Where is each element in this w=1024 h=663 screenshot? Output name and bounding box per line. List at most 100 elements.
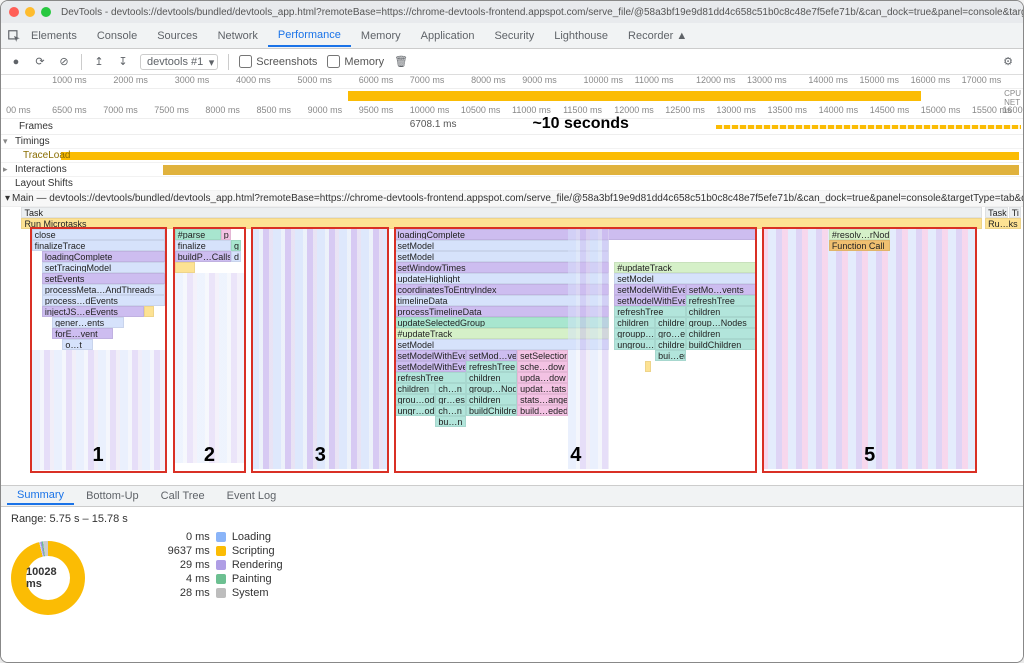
download-icon[interactable]: ↧ — [116, 55, 130, 69]
flame-r4-12[interactable]: setModelWithEvents — [394, 361, 466, 372]
flame-r4c-4[interactable]: stats…ange — [517, 394, 568, 405]
flame-r4r2-2[interactable]: children — [686, 306, 758, 317]
flame-r1-0[interactable]: close — [32, 229, 165, 240]
flame-ti-ed[interactable]: Ti…ed — [1009, 207, 1021, 218]
flame-r4b-2[interactable]: children — [466, 372, 517, 383]
flame-r4c-1[interactable]: sche…dow — [517, 361, 568, 372]
flame-r4d-2[interactable]: buildChildren — [466, 405, 517, 416]
interactions-track[interactable]: Interactions — [1, 163, 1023, 177]
flame-r2-1b[interactable]: g… — [231, 240, 241, 251]
btab-calltree[interactable]: Call Tree — [151, 488, 215, 504]
flame-r4b-6[interactable]: bu…n — [435, 416, 466, 427]
flame-region5-stripes[interactable] — [762, 229, 977, 469]
tab-security[interactable]: Security — [484, 26, 544, 46]
flame-r2-3[interactable] — [175, 262, 195, 273]
flame-r5-0[interactable]: #resolv…rNodes — [829, 229, 890, 240]
btab-bottomup[interactable]: Bottom-Up — [76, 488, 149, 504]
flame-r4b-4[interactable]: gr…es — [435, 394, 466, 405]
flame-r1-4[interactable]: setEvents — [42, 273, 165, 284]
flame-r4r-10[interactable]: children — [655, 339, 686, 350]
flame-r1-2[interactable]: loadingComplete — [42, 251, 165, 262]
flame-r4r-8[interactable]: children — [655, 317, 686, 328]
flame-r4b-3[interactable]: ch…n — [435, 383, 466, 394]
flame-r4c-5[interactable]: build…eded — [517, 405, 568, 416]
flame-region3-stripes[interactable] — [251, 229, 389, 469]
clear-icon[interactable]: ⊘ — [57, 55, 71, 69]
flame-r1-1[interactable]: finalizeTrace — [32, 240, 165, 251]
flame-r4c-2[interactable]: upda…dow — [517, 372, 568, 383]
tab-elements[interactable]: Elements — [21, 26, 87, 46]
settings-gear-icon[interactable]: ⚙ — [1001, 55, 1015, 69]
flame-r1-9[interactable]: forE…vent — [52, 328, 113, 339]
flame-r4c-3[interactable]: updat…tats — [517, 383, 568, 394]
flame-r4r-5[interactable]: children — [614, 317, 655, 328]
timeline-ruler[interactable]: 00 ms 6500 ms 7000 ms 7500 ms 8000 ms 85… — [1, 105, 1023, 119]
flame-r5-1[interactable]: Function Call — [829, 240, 890, 251]
flame-r4c-0[interactable]: setSelection — [517, 350, 568, 361]
flame-r4r-0[interactable]: #updateTrack — [614, 262, 757, 273]
flame-r4r-3[interactable]: setModelWithEvents — [614, 295, 686, 306]
tab-lighthouse[interactable]: Lighthouse — [544, 26, 618, 46]
flame-r4r2-0[interactable]: setMo…vents — [686, 284, 758, 295]
flame-run-microtasks[interactable]: Run Microtasks — [21, 218, 982, 229]
flame-r2-2b[interactable]: d… — [231, 251, 241, 262]
frames-track[interactable]: Frames 6708.1 ms ~10 seconds — [1, 119, 1023, 135]
flame-r1-7b[interactable] — [144, 306, 154, 317]
flame-r4-11[interactable]: setModelWithEvents — [394, 350, 466, 361]
flame-r4b-5[interactable]: ch…n — [435, 405, 466, 416]
flame-r4r-4[interactable]: refreshTree — [614, 306, 686, 317]
flame-r1-8[interactable]: gener…ents — [52, 317, 124, 328]
flame-r4b-0[interactable]: setMod…vents — [466, 350, 517, 361]
minimize-window-icon[interactable] — [25, 7, 35, 17]
btab-eventlog[interactable]: Event Log — [217, 488, 287, 504]
close-window-icon[interactable] — [9, 7, 19, 17]
flame-r4-16[interactable]: ungr…odes — [394, 405, 435, 416]
flame-task[interactable]: Task — [21, 207, 982, 218]
flame-r1-7[interactable]: injectJS…eEvents — [42, 306, 144, 317]
flame-r4d-1[interactable]: children — [466, 394, 517, 405]
tab-application[interactable]: Application — [411, 26, 485, 46]
flame-chart[interactable]: Task Task Ti…ed Run Microtasks Ru…ks clo… — [1, 207, 1023, 485]
flame-r4r-9[interactable]: gro…es — [655, 328, 686, 339]
flame-r2-1[interactable]: finalize — [175, 240, 231, 251]
overview-strip[interactable]: 1000 ms 2000 ms 3000 ms 4000 ms 5000 ms … — [1, 75, 1023, 105]
flame-r1-10[interactable]: o…t — [62, 339, 93, 350]
flame-r4r-6[interactable]: groupp…Nodes — [614, 328, 655, 339]
timings-track[interactable]: Timings — [1, 135, 1023, 149]
memory-checkbox[interactable]: Memory — [327, 55, 384, 68]
flame-r2-2[interactable]: buildP…Calls — [175, 251, 231, 262]
flame-r4d-0[interactable]: group…Nodes — [466, 383, 517, 394]
trash-icon[interactable]: 🗑 — [394, 55, 408, 69]
flame-r4r-11[interactable]: bui…en — [655, 350, 686, 361]
main-thread-header[interactable]: ▾Main — devtools://devtools/bundled/devt… — [1, 191, 1023, 207]
tab-console[interactable]: Console — [87, 26, 147, 46]
flame-ruks[interactable]: Ru…ks — [985, 218, 1021, 229]
flame-r4-15[interactable]: grou…odes — [394, 394, 435, 405]
flame-r4b-1[interactable]: refreshTree — [466, 361, 517, 372]
traceload-row[interactable]: TraceLoad — [1, 149, 1023, 163]
screenshots-checkbox[interactable]: Screenshots — [239, 55, 317, 68]
flame-r1-3[interactable]: setTracingModel — [42, 262, 165, 273]
flame-r4r-7[interactable]: ungrou…Nodes — [614, 339, 655, 350]
tab-network[interactable]: Network — [208, 26, 268, 46]
inspect-element-icon[interactable] — [7, 29, 21, 43]
record-icon[interactable]: ● — [9, 55, 23, 69]
flame-r4-14[interactable]: children — [394, 383, 435, 394]
btab-summary[interactable]: Summary — [7, 487, 74, 505]
flame-r1-6[interactable]: process…dEvents — [42, 295, 165, 306]
flame-r4-13[interactable]: refreshTree — [394, 372, 466, 383]
zoom-window-icon[interactable] — [41, 7, 51, 17]
flame-r4r2-3[interactable]: group…Nodes — [686, 317, 758, 328]
tab-sources[interactable]: Sources — [147, 26, 207, 46]
tab-memory[interactable]: Memory — [351, 26, 411, 46]
layout-shifts-track[interactable]: Layout Shifts — [1, 177, 1023, 191]
tab-recorder[interactable]: Recorder ▲ — [618, 26, 697, 46]
flame-r4r2-1[interactable]: refreshTree — [686, 295, 758, 306]
flame-task-right[interactable]: Task — [985, 207, 1007, 218]
flame-r4r2-5[interactable]: buildChildren — [686, 339, 758, 350]
reload-icon[interactable]: ⟳ — [33, 55, 47, 69]
flame-tiny-yellow[interactable] — [645, 361, 651, 372]
flame-r4r-1[interactable]: setModel — [614, 273, 757, 284]
tab-performance[interactable]: Performance — [268, 25, 351, 47]
flame-r4r2-4[interactable]: children — [686, 328, 758, 339]
